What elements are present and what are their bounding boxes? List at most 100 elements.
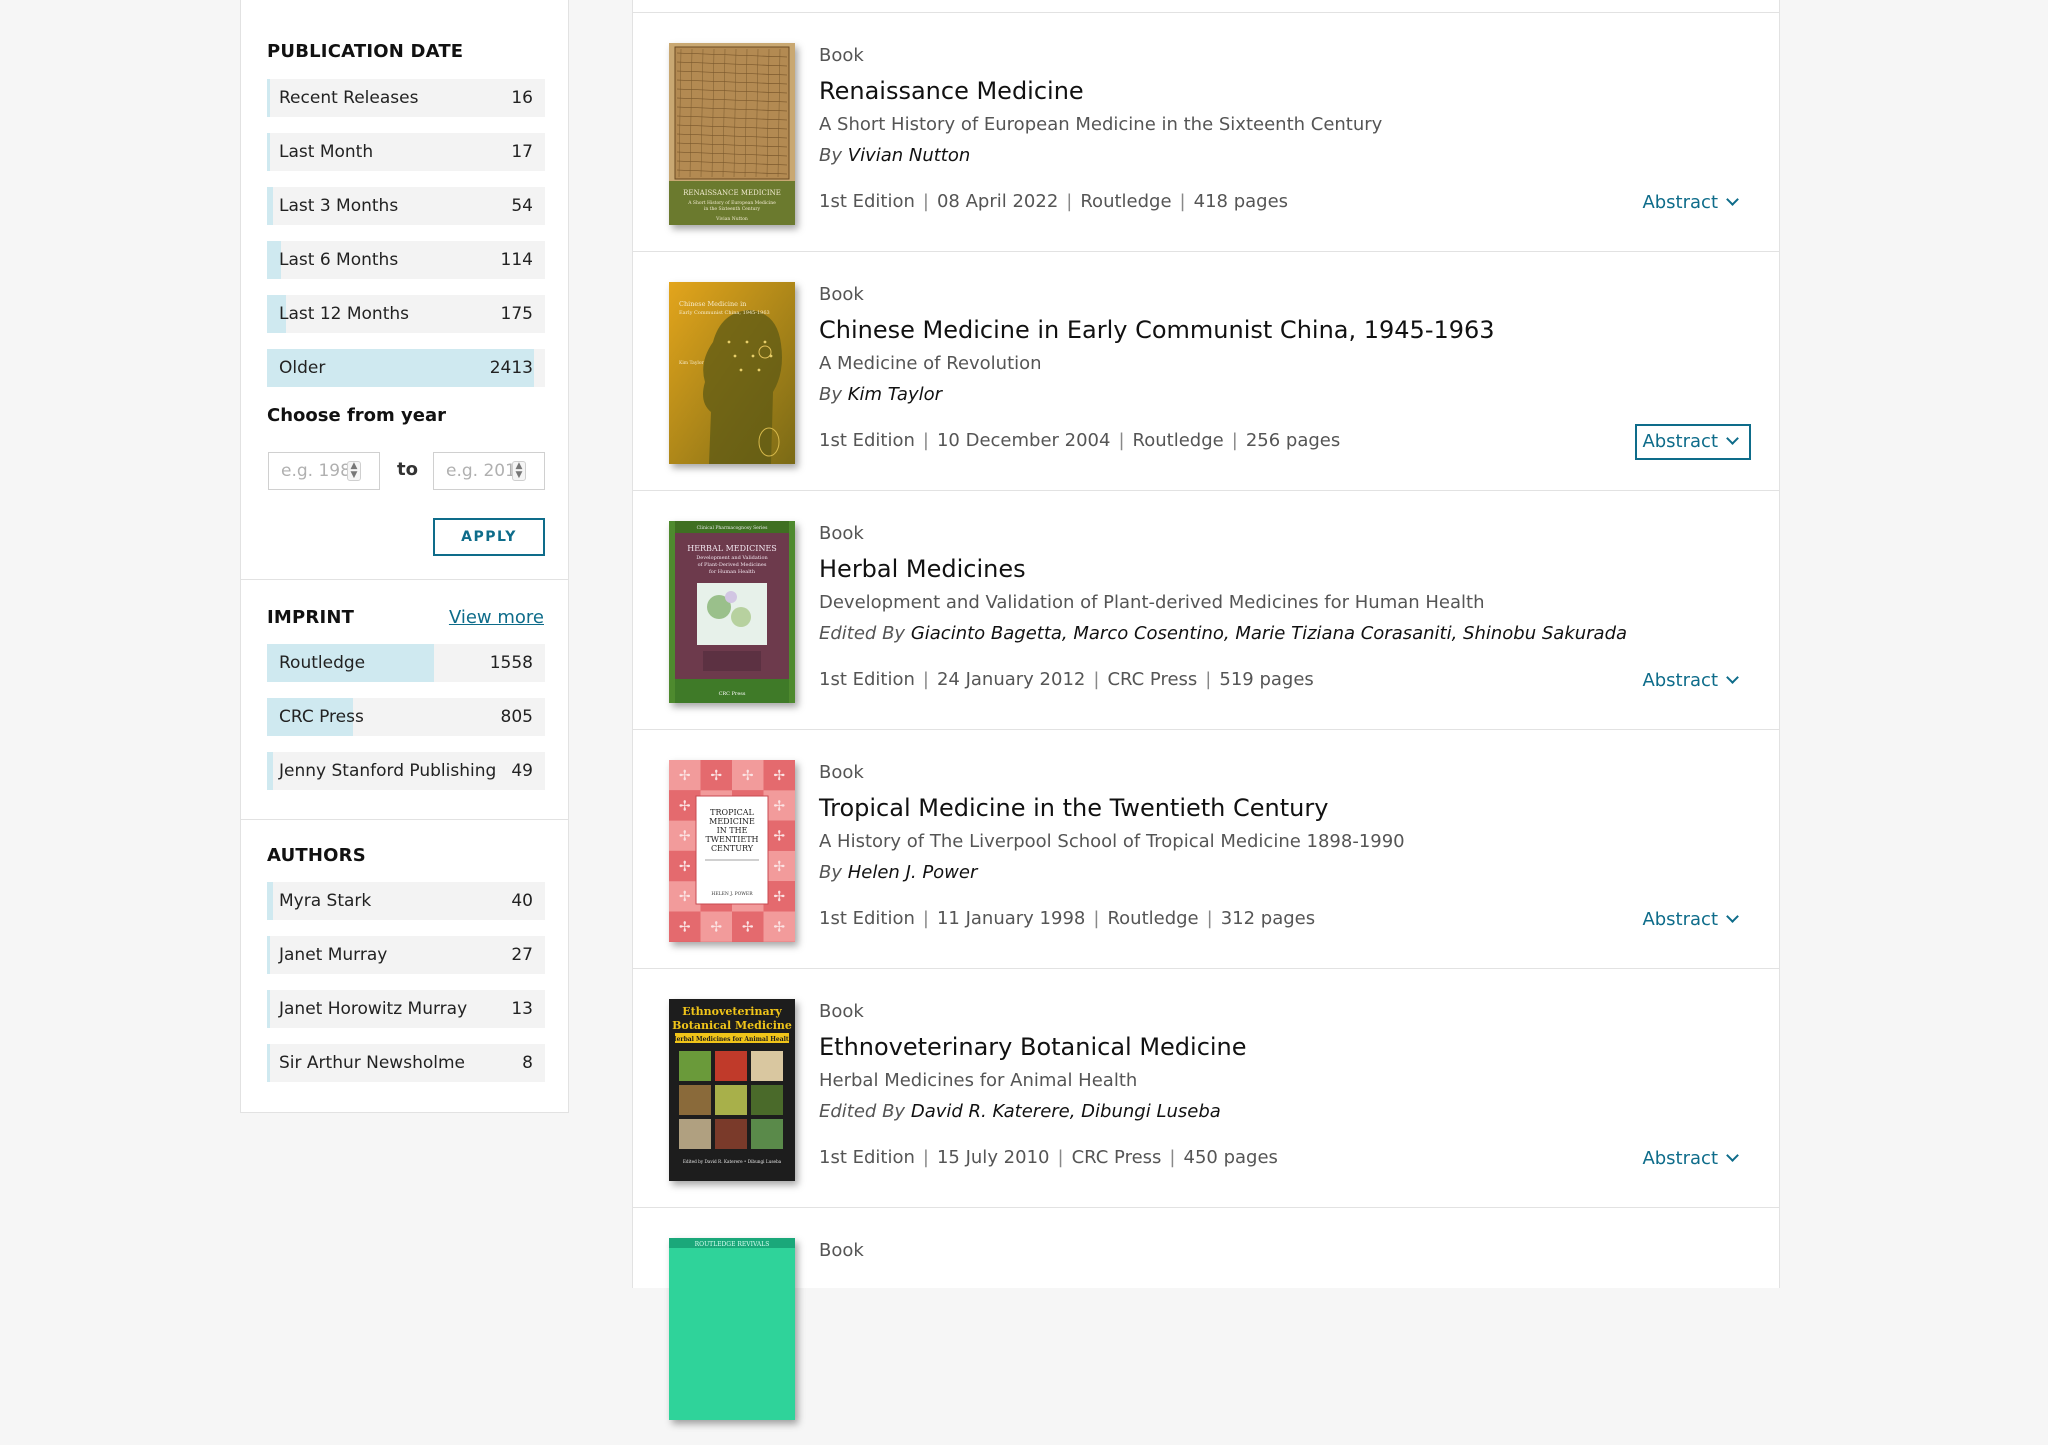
svg-text:✢: ✢ bbox=[679, 920, 691, 936]
facet-sir-arthur-newsholme[interactable]: Sir Arthur Newsholme 8 bbox=[267, 1044, 545, 1082]
year-from-input[interactable] bbox=[268, 452, 380, 490]
choose-year-label: Choose from year bbox=[267, 405, 447, 426]
author-names[interactable]: David R. Katerere, Dibungi Luseba bbox=[911, 1101, 1221, 1122]
svg-text:✢: ✢ bbox=[773, 859, 785, 875]
abstract-toggle-button[interactable]: Abstract bbox=[1637, 902, 1749, 938]
svg-text:of Plant-Derived Medicines: of Plant-Derived Medicines bbox=[698, 562, 767, 568]
result-subtitle: Development and Validation of Plant-deri… bbox=[819, 592, 1485, 613]
year-to-input[interactable] bbox=[433, 452, 545, 490]
facet-last-3-months[interactable]: Last 3 Months 54 bbox=[267, 187, 545, 225]
book-cover-image[interactable]: Clinical Pharmacognosy Series HERBAL MEDI… bbox=[669, 521, 795, 703]
facet-count: 8 bbox=[522, 1053, 533, 1073]
filter-sidebar: PUBLICATION DATE Recent Releases 16 Last M… bbox=[240, 0, 569, 1113]
abstract-toggle-button[interactable]: Abstract bbox=[1637, 1141, 1749, 1177]
facet-share-bar bbox=[267, 990, 271, 1028]
author-prefix: Edited By bbox=[819, 623, 906, 644]
imprint-view-more-link[interactable]: View more bbox=[449, 607, 544, 628]
facet-routledge[interactable]: Routledge 1558 bbox=[267, 644, 545, 682]
svg-text:✢: ✢ bbox=[773, 768, 785, 784]
result-title-link[interactable]: Ethnoveterinary Botanical Medicine bbox=[819, 1033, 1247, 1061]
facet-count: 13 bbox=[511, 999, 533, 1019]
meta-separator: | bbox=[922, 908, 929, 929]
year-from-spinner[interactable]: ▲ ▼ bbox=[347, 461, 361, 481]
author-names[interactable]: Vivian Nutton bbox=[848, 145, 971, 166]
author-names[interactable]: Kim Taylor bbox=[848, 384, 942, 405]
result-item: Clinical Pharmacognosy Series HERBAL MEDI… bbox=[633, 490, 1779, 728]
meta-separator: | bbox=[1093, 669, 1100, 690]
facet-last-month[interactable]: Last Month 17 bbox=[267, 133, 545, 171]
publication-date: 15 July 2010 bbox=[936, 1147, 1050, 1168]
facet-share-bar bbox=[267, 1044, 271, 1082]
abstract-toggle-button[interactable]: Abstract bbox=[1637, 185, 1749, 221]
svg-text:✢: ✢ bbox=[679, 889, 691, 905]
result-type: Book bbox=[819, 1001, 864, 1022]
edition: 1st Edition bbox=[819, 191, 915, 212]
svg-text:HERBAL MEDICINES: HERBAL MEDICINES bbox=[687, 544, 777, 553]
book-cover-image[interactable]: Ethnoveterinary Botanical Medicine Herbal … bbox=[669, 999, 795, 1181]
facet-count: 54 bbox=[511, 196, 533, 216]
publisher: Routledge bbox=[1080, 191, 1172, 212]
result-meta: 1st Edition | 11 January 1998 | Routledge | 31… bbox=[819, 908, 1315, 929]
svg-text:HELEN J. POWER: HELEN J. POWER bbox=[711, 891, 753, 897]
facet-share-bar bbox=[267, 936, 271, 974]
svg-text:✢: ✢ bbox=[742, 768, 754, 784]
result-meta: 1st Edition | 15 July 2010 | CRC Press | 450 p… bbox=[819, 1147, 1278, 1168]
svg-text:Herbal Medicines for Animal He: Herbal Medicines for Animal Health bbox=[671, 1036, 794, 1043]
abstract-label: Abstract bbox=[1642, 192, 1718, 213]
facet-older[interactable]: Older 2413 bbox=[267, 349, 545, 387]
book-cover-image[interactable]: RENAISSANCE MEDICINE A Short History of E… bbox=[669, 43, 795, 225]
result-title-link[interactable]: Renaissance Medicine bbox=[819, 77, 1084, 105]
meta-separator: | bbox=[1205, 669, 1212, 690]
facet-recent-releases[interactable]: Recent Releases 16 bbox=[267, 79, 545, 117]
facet-crc-press[interactable]: CRC Press 805 bbox=[267, 698, 545, 736]
publisher: CRC Press bbox=[1071, 1147, 1162, 1168]
imprint-title: IMPRINT bbox=[267, 607, 355, 628]
result-authors: Edited By David R. Katerere, Dibungi Lus… bbox=[819, 1101, 1221, 1122]
facet-jenny-stanford-publishing[interactable]: Jenny Stanford Publishing 49 bbox=[267, 752, 545, 790]
svg-text:A Short History of European Me: A Short History of European Medicine bbox=[687, 200, 776, 206]
facet-last-6-months[interactable]: Last 6 Months 114 bbox=[267, 241, 545, 279]
meta-separator: | bbox=[922, 669, 929, 690]
result-type: Book bbox=[819, 523, 864, 544]
apply-button[interactable]: APPLY bbox=[433, 518, 545, 556]
facet-last-12-months[interactable]: Last 12 Months 175 bbox=[267, 295, 545, 333]
book-cover-image[interactable]: ✢✢✢✢✢✢✢✢✢✢✢✢✢✢✢✢✢✢✢✢✢✢✢✢TROPICALMEDICINE… bbox=[669, 760, 795, 942]
svg-text:✢: ✢ bbox=[773, 829, 785, 845]
facet-count: 114 bbox=[500, 250, 533, 270]
edition: 1st Edition bbox=[819, 430, 915, 451]
facet-myra-stark[interactable]: Myra Stark 40 bbox=[267, 882, 545, 920]
facet-janet-horowitz-murray[interactable]: Janet Horowitz Murray 13 bbox=[267, 990, 545, 1028]
abstract-label: Abstract bbox=[1642, 431, 1718, 452]
svg-text:TWENTIETH: TWENTIETH bbox=[705, 835, 758, 844]
abstract-toggle-button[interactable]: Abstract bbox=[1635, 424, 1751, 460]
result-title-link[interactable]: Herbal Medicines bbox=[819, 555, 1026, 583]
svg-text:Botanical Medicine: Botanical Medicine bbox=[672, 1019, 792, 1032]
facet-share-bar bbox=[267, 882, 273, 920]
facet-count: 40 bbox=[511, 891, 533, 911]
publication-date: 24 January 2012 bbox=[936, 669, 1086, 690]
facet-share-bar bbox=[267, 752, 273, 790]
result-meta: 1st Edition | 08 April 2022 | Routledge | 418 … bbox=[819, 191, 1288, 212]
result-item: ✢✢✢✢✢✢✢✢✢✢✢✢✢✢✢✢✢✢✢✢✢✢✢✢TROPICALMEDICINE… bbox=[633, 729, 1779, 967]
facet-janet-murray[interactable]: Janet Murray 27 bbox=[267, 936, 545, 974]
publication-date: 08 April 2022 bbox=[936, 191, 1059, 212]
author-names[interactable]: Helen J. Power bbox=[848, 862, 978, 883]
svg-text:✢: ✢ bbox=[742, 920, 754, 936]
svg-text:Development and Validation: Development and Validation bbox=[696, 555, 768, 561]
author-names[interactable]: Giacinto Bagetta, Marco Cosentino, Marie… bbox=[911, 623, 1627, 644]
status-bar bbox=[0, 1270, 1500, 1278]
svg-text:RENAISSANCE MEDICINE: RENAISSANCE MEDICINE bbox=[683, 189, 781, 197]
svg-text:✢: ✢ bbox=[710, 768, 722, 784]
abstract-toggle-button[interactable]: Abstract bbox=[1637, 663, 1749, 699]
result-title-link[interactable]: Tropical Medicine in the Twentieth Centu… bbox=[819, 794, 1328, 822]
svg-text:✢: ✢ bbox=[773, 920, 785, 936]
result-type: Book bbox=[819, 284, 864, 305]
page-count: 450 pages bbox=[1183, 1147, 1278, 1168]
book-cover-image[interactable]: ROUTLEDGE REVIVALS bbox=[669, 1238, 795, 1420]
publisher: CRC Press bbox=[1107, 669, 1198, 690]
year-to-spinner[interactable]: ▲ ▼ bbox=[512, 461, 526, 481]
result-title-link[interactable]: Chinese Medicine in Early Communist Chin… bbox=[819, 316, 1495, 344]
book-cover-image[interactable]: Chinese Medicine in Early Communist China… bbox=[669, 282, 795, 464]
svg-text:TROPICAL: TROPICAL bbox=[710, 808, 754, 817]
result-meta: 1st Edition | 24 January 2012 | CRC Press | 51… bbox=[819, 669, 1314, 690]
